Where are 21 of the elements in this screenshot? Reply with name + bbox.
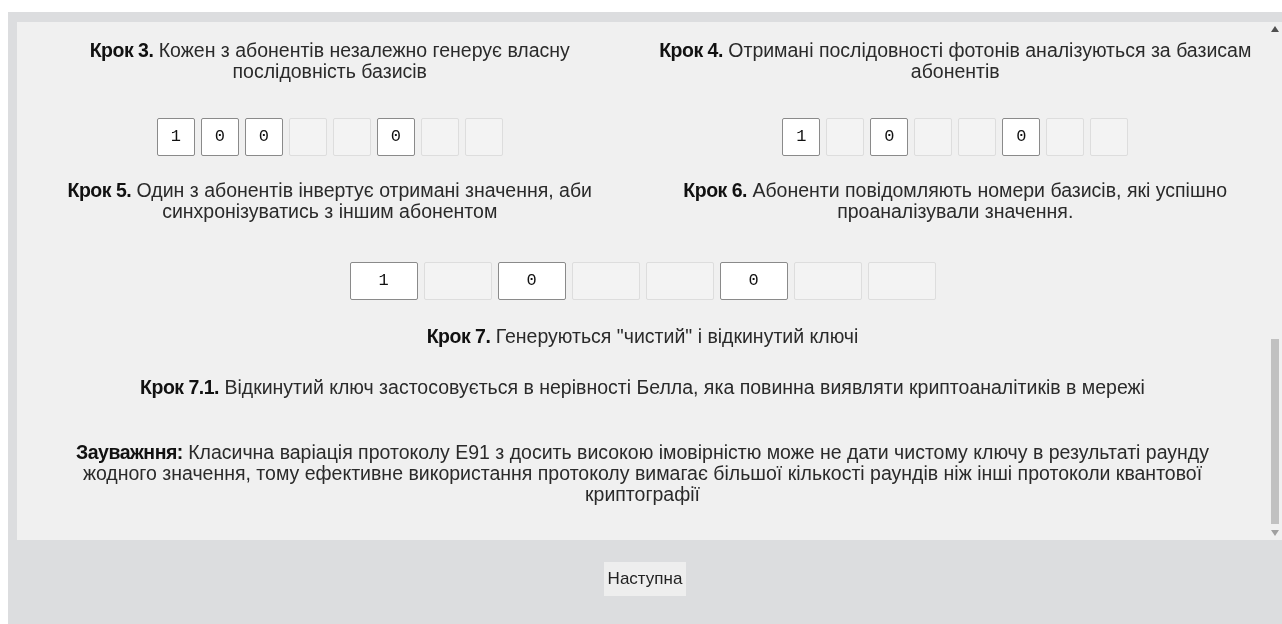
bit-cell: 0 — [376, 118, 415, 156]
next-button[interactable]: Наступна — [603, 562, 687, 596]
step-text: Крок 6. Абоненти повідомляють номери базисів, які успішно проаналізували значення. — [682, 180, 1229, 222]
bit-cell: 1 — [349, 262, 418, 300]
bit-cell: 0 — [200, 118, 239, 156]
step-text: Крок 7. Генеруються "чистий" і відкинутий ключі — [425, 326, 860, 347]
step-text: Крок 5. Один з абонентів інвертує отримані значення, аби синхронізуватись з іншим абонентом — [66, 180, 593, 222]
scrollbar-thumb[interactable] — [1271, 339, 1279, 524]
bit-cell: 1 — [156, 118, 195, 156]
scroll-down-icon[interactable] — [1271, 530, 1279, 536]
bit-cell: 1 — [782, 118, 821, 156]
step-text: Крок 3. Кожен з абонентів незалежно генерує власну послідовність базисів — [88, 40, 571, 82]
bit-cell: 0 — [719, 262, 788, 300]
scroll-up-icon[interactable] — [1271, 26, 1279, 32]
bit-cell: 0 — [870, 118, 909, 156]
step-text: Крок 4. Отримані послідовності фотонів аналізуються за базисам абонентів — [658, 40, 1253, 82]
bit-cell: 0 — [244, 118, 283, 156]
step-text: Крок 7.1. Відкинутий ключ застосовується в нерівності Белла, яка повинна виявляти криптоаналітиків в мережі — [139, 377, 1146, 398]
note-text: Зауважння: Класична варіація протоколу E91 з досить високою імовірністю може не дати чистому ключу в результаті раунду жодного значення, тому ефективне використання протоколу вимагає більшої кількості раундів ніж інші протоколи квантової криптографії — [75, 442, 1210, 505]
bit-cell: 0 — [1002, 118, 1041, 156]
bit-cell: 0 — [497, 262, 566, 300]
